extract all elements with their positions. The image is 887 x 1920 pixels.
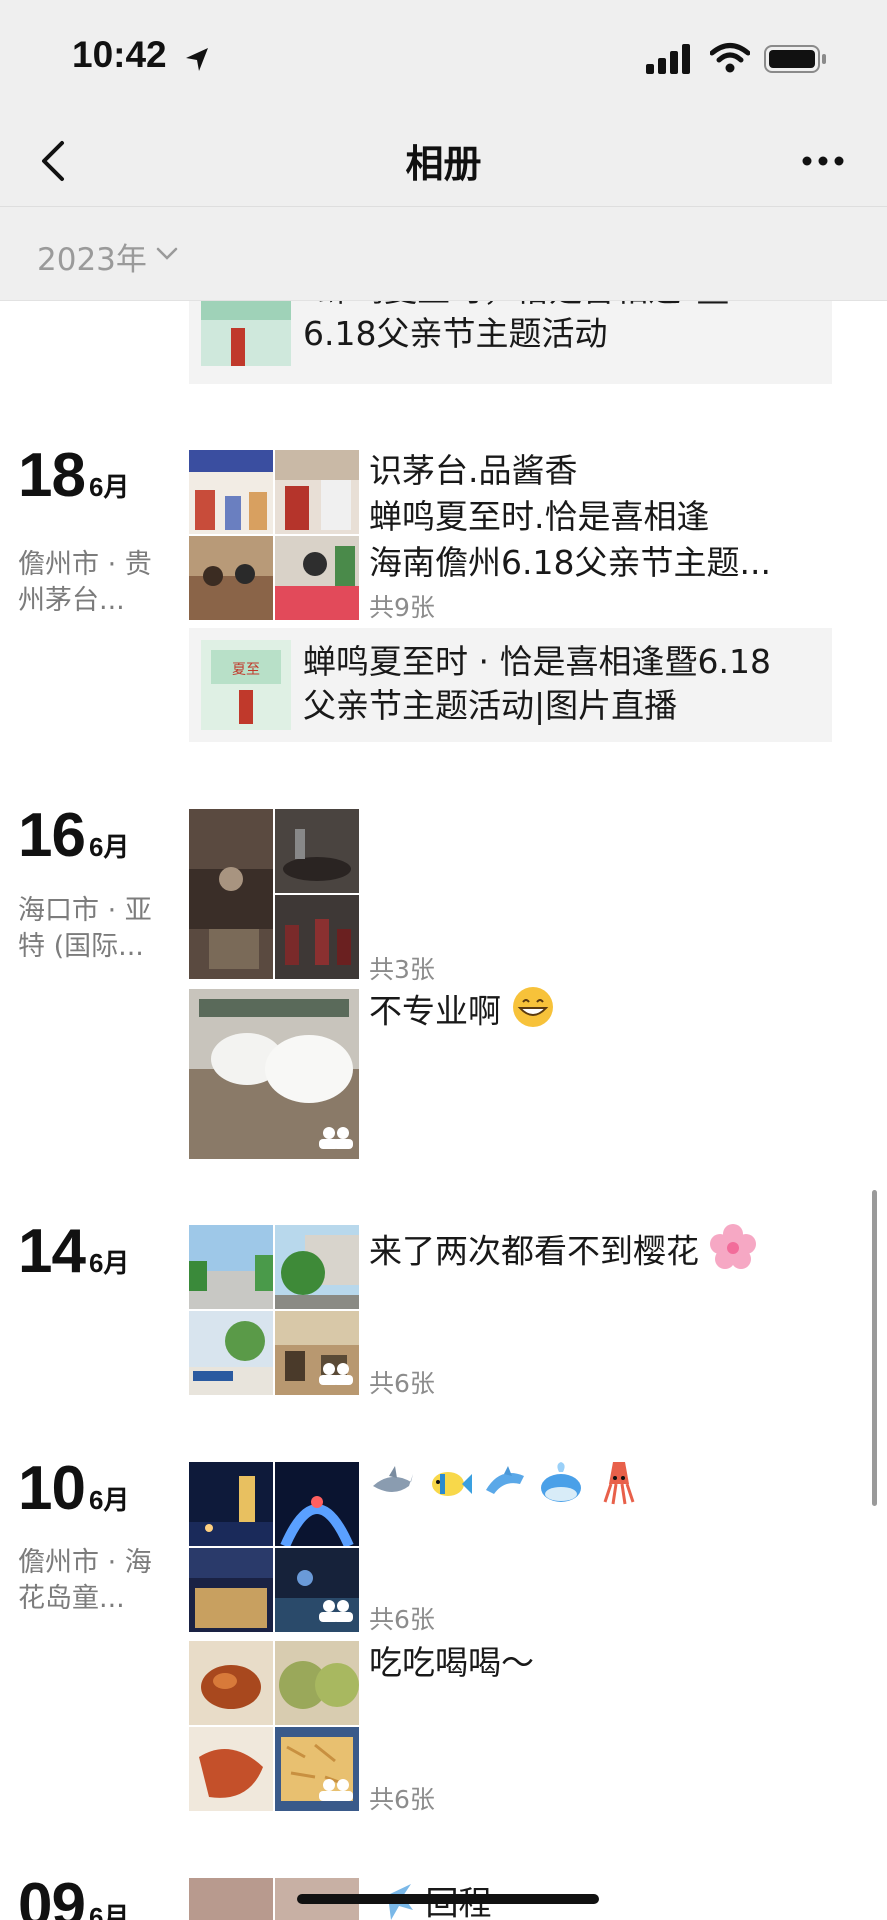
photo-thumb [189,1462,273,1546]
photo-count: 共6张 [369,1369,435,1398]
photo-grid-10b[interactable] [189,1641,359,1811]
post-caption[interactable]: 不专业啊 [369,986,554,1040]
month-label: 6月 [88,472,130,502]
battery-icon [764,44,828,78]
photo-grid-16[interactable] [189,809,359,979]
year-label[interactable]: 2023年 [37,234,147,279]
post-caption[interactable]: 来了两次都看不到樱花 [369,1224,756,1282]
photo-thumb [275,450,359,534]
share-text: 蝉鸣夏至时 · 恰是喜相逢暨6.18 父亲节主题活动|图片直播 [303,640,771,728]
date-09: 09 6月 [18,1870,129,1920]
location-label[interactable]: 儋州市 · 海花岛童... [18,1545,168,1617]
multi-photo-icon [315,1359,355,1391]
date-10: 10 6月 [18,1453,129,1524]
more-options-icon[interactable] [800,141,846,181]
photo-thumb [189,536,273,620]
caption-line: 不专业啊 [369,991,501,1031]
cherry-blossom-emoji-icon [709,1224,756,1282]
photo-thumb [275,1462,359,1546]
month-label: 6月 [88,1248,130,1278]
share-text-line: 6.18父亲节主题活动 [303,314,608,353]
photo-thumb [189,450,273,534]
day-number: 14 [18,1217,86,1286]
multi-photo-icon [315,1123,355,1155]
caption-line: 海南儋州6.18父亲节主题... [369,543,771,582]
chevron-down-icon[interactable] [156,246,178,265]
squid-emoji-icon [595,1460,641,1518]
photo-count: 共6张 [369,1785,435,1814]
multi-photo-icon [315,1775,355,1807]
location-arrow-icon [182,44,212,78]
post-caption-emojis[interactable] [369,1460,641,1518]
photo-thumb [275,809,359,893]
month-label: 6月 [88,832,130,862]
caption-line: 来了两次都看不到樱花 [369,1231,699,1271]
share-card[interactable]: 夏至 蝉鸣夏至时 · 恰是喜相逢暨6.18 父亲节主题活动|图片直播 [189,628,832,742]
tropical-fish-emoji-icon [426,1460,472,1518]
clock: 10:42 [72,34,167,75]
photo-count: 共9张 [369,593,435,622]
nav-bar: 相册 [0,115,887,207]
date-18: 18 6月 [18,440,129,511]
scroll-indicator[interactable] [872,1190,877,1506]
post-caption[interactable]: 识茅台.品酱香 蝉鸣夏至时.恰是喜相逢 海南儋州6.18父亲节主题... [369,448,771,586]
year-filter[interactable]: 2023年 [0,208,887,300]
header: 10:42 相册 2023年 [0,0,887,300]
whale-emoji-icon [539,1460,585,1518]
photo-thumb [189,1727,273,1811]
photo-thumb-video[interactable] [189,989,359,1159]
photo-thumb [189,1548,273,1632]
multi-photo-icon [315,1596,355,1628]
photo-count: 共6张 [369,1605,435,1634]
wifi-icon [709,42,751,78]
day-number: 09 [18,1871,86,1920]
shark-emoji-icon [369,1460,415,1518]
photo-thumb [275,895,359,979]
photo-thumb [275,1727,359,1811]
day-number: 16 [18,801,86,870]
date-14: 14 6月 [18,1216,129,1287]
photo-grid-10a[interactable] [189,1462,359,1632]
caption-line: 蝉鸣夏至时.恰是喜相逢 [369,497,710,536]
share-text-line: 父亲节主题活动|图片直播 [303,686,678,725]
photo-thumb [275,1641,359,1725]
cellular-signal-icon [646,44,694,78]
share-thumbnail [201,298,291,366]
photo-thumb [275,1225,359,1309]
month-label: 6月 [88,1902,130,1920]
location-label[interactable]: 儋州市 · 贵州茅台... [18,547,168,619]
photo-thumb [189,1225,273,1309]
month-label: 6月 [88,1485,130,1515]
photo-thumb [189,1878,273,1920]
photo-thumb [275,1548,359,1632]
caption-line: 识茅台.品酱香 [369,451,578,490]
date-16: 16 6月 [18,800,129,871]
photo-thumb [189,1311,273,1395]
photo-grid-18[interactable] [189,450,359,620]
grin-emoji-icon [512,986,554,1040]
photo-thumb [189,1641,273,1725]
post-caption[interactable]: 吃吃喝喝～ [369,1640,534,1686]
photo-grid-14[interactable] [189,1225,359,1395]
share-text-line: 蝉鸣夏至时 · 恰是喜相逢暨6.18 [303,642,771,681]
day-number: 10 [18,1454,86,1523]
home-indicator[interactable] [297,1894,599,1904]
status-bar: 10:42 [0,0,887,115]
page-title: 相册 [405,142,482,186]
location-label[interactable]: 海口市 · 亚特 (国际... [18,893,168,965]
photo-thumb [189,809,273,979]
photo-thumb [275,536,359,620]
day-number: 18 [18,441,86,510]
photo-thumb [275,1311,359,1395]
share-thumbnail: 夏至 [201,640,291,730]
photo-count: 共3张 [369,955,435,984]
dolphin-emoji-icon [482,1460,528,1518]
svg-text:夏至: 夏至 [232,662,260,678]
